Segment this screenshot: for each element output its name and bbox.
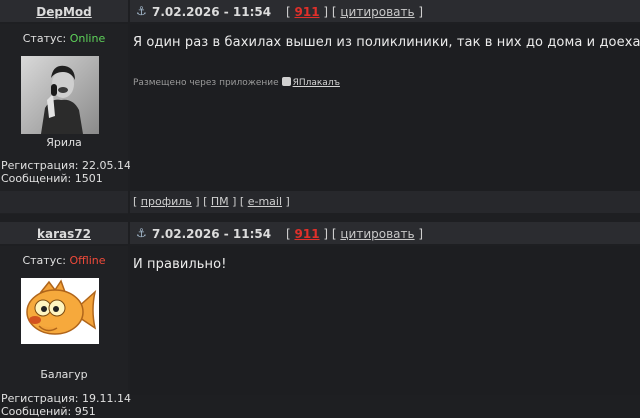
user-rank: Ярила bbox=[46, 136, 82, 149]
post-body: Я один раз в бахилах вышел из поликлиник… bbox=[130, 24, 640, 191]
username-link[interactable]: DepMod bbox=[36, 5, 91, 19]
post-actions: [ 911 ] [ цитировать ] bbox=[286, 227, 424, 241]
goldfish-cartoon-icon bbox=[21, 278, 99, 344]
email-link[interactable]: e-mail bbox=[248, 195, 282, 208]
anchor-icon[interactable]: ⚓ bbox=[136, 4, 147, 18]
profile-link[interactable]: профиль bbox=[141, 195, 192, 208]
post-author-header: karas72 bbox=[0, 222, 128, 244]
quote-link[interactable]: цитировать bbox=[340, 5, 414, 19]
post-footer-left bbox=[0, 191, 128, 213]
post-body: И правильно! bbox=[130, 246, 640, 395]
post-date: 7.02.2026 - 11:54 bbox=[152, 227, 272, 241]
post-meta-header: ⚓ 7.02.2026 - 11:54 [ 911 ] [ цитировать… bbox=[130, 222, 640, 244]
post-number-link[interactable]: 911 bbox=[295, 227, 320, 241]
message-count: Сообщений: 951 bbox=[1, 405, 96, 418]
post-meta-header: ⚓ 7.02.2026 - 11:54 [ 911 ] [ цитировать… bbox=[130, 0, 640, 22]
author-sidebar: Статус: Online Ярила Регистрация: 22.05.… bbox=[0, 24, 131, 214]
author-sidebar: Статус: Offline Балагур Регистрация: 19.… bbox=[0, 246, 131, 418]
anchor-icon[interactable]: ⚓ bbox=[136, 226, 147, 240]
singer-photo-icon bbox=[21, 56, 99, 134]
status-online: Online bbox=[69, 32, 106, 45]
post-number-link[interactable]: 911 bbox=[295, 5, 320, 19]
user-status: Статус: Offline bbox=[22, 254, 106, 267]
user-stats: Регистрация: 19.11.14 Сообщений: 951 bbox=[1, 392, 131, 418]
user-status: Статус: Online bbox=[22, 32, 106, 45]
post-text: И правильно! bbox=[133, 257, 227, 272]
posted-via: Размещено через приложение ЯПлакалъ bbox=[133, 77, 340, 88]
post-text: Я один раз в бахилах вышел из поликлиник… bbox=[133, 35, 640, 50]
quote-link[interactable]: цитировать bbox=[340, 227, 414, 241]
app-icon bbox=[281, 77, 291, 86]
user-rank: Балагур bbox=[40, 368, 88, 381]
status-offline: Offline bbox=[69, 254, 106, 267]
post-actions: [ 911 ] [ цитировать ] bbox=[286, 5, 424, 19]
post-footer: [ профиль ] [ ПМ ] [ e-mail ] bbox=[130, 191, 640, 213]
forum-post: DepMod ⚓ 7.02.2026 - 11:54 [ 911 ] [ цит… bbox=[0, 0, 640, 214]
username-link[interactable]: karas72 bbox=[37, 227, 91, 241]
forum-post: karas72 ⚓ 7.02.2026 - 11:54 [ 911 ] [ ци… bbox=[0, 222, 640, 418]
message-count: Сообщений: 1501 bbox=[1, 172, 103, 185]
avatar[interactable] bbox=[21, 56, 99, 134]
user-stats: Регистрация: 22.05.14 Сообщений: 1501 bbox=[1, 159, 131, 185]
post-date: 7.02.2026 - 11:54 bbox=[152, 5, 272, 19]
post-author-header: DepMod bbox=[0, 0, 128, 22]
registration-date: Регистрация: 19.11.14 bbox=[1, 392, 131, 405]
avatar[interactable] bbox=[21, 278, 99, 356]
registration-date: Регистрация: 22.05.14 bbox=[1, 159, 131, 172]
app-link[interactable]: ЯПлакалъ bbox=[293, 78, 340, 88]
pm-link[interactable]: ПМ bbox=[211, 195, 229, 208]
